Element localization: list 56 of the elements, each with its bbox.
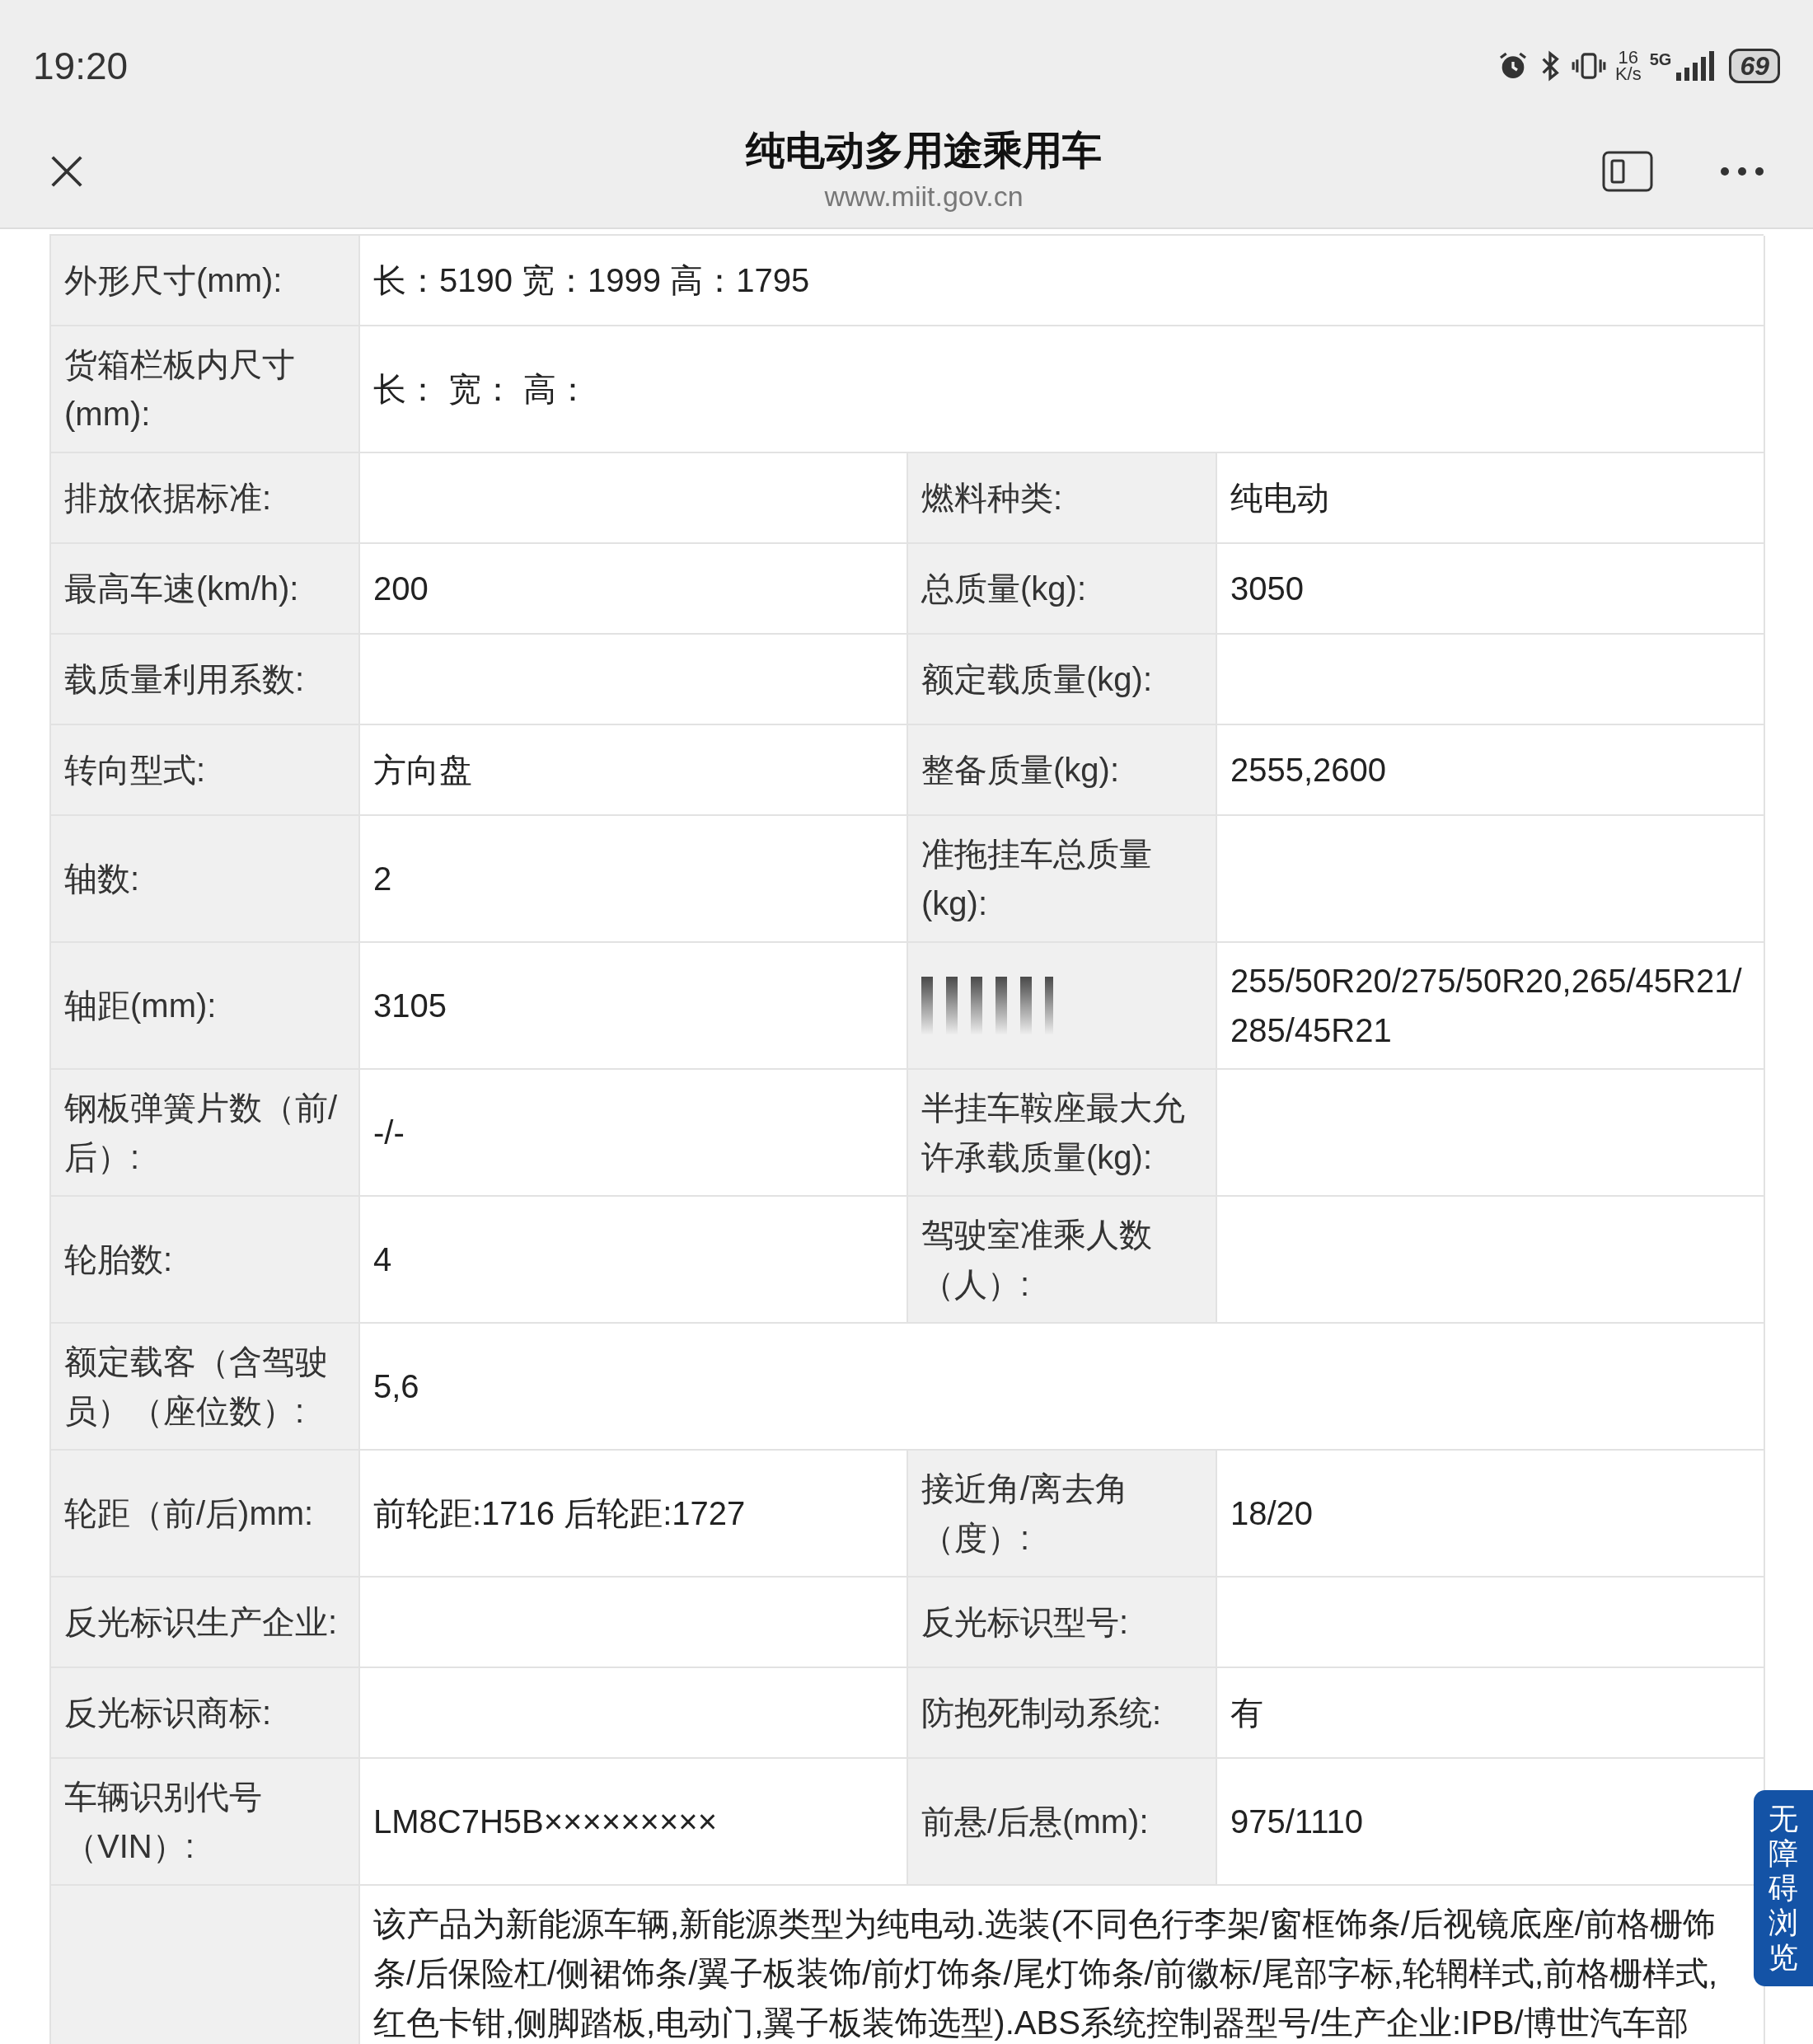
field-label: 整备质量(kg): xyxy=(921,751,1119,790)
field-value: 3105 xyxy=(373,987,447,1025)
field-label: 燃料种类: xyxy=(921,479,1063,518)
field-label: 轴数: xyxy=(64,860,140,898)
field-label: 总质量(kg): xyxy=(921,570,1086,608)
field-label: 排放依据标准: xyxy=(64,479,272,518)
field-label: 准拖挂车总质量(kg): xyxy=(921,835,1153,923)
net-speed-value: 16 xyxy=(1618,49,1639,66)
field-value: 5,6 xyxy=(373,1367,419,1406)
field-value: 长： 宽： 高： xyxy=(373,370,590,409)
field-label: 外形尺寸(mm): xyxy=(64,261,283,300)
field-value: 3050 xyxy=(1230,570,1304,608)
field-label: 额定载质量(kg): xyxy=(921,660,1152,699)
battery-indicator: 69 xyxy=(1729,49,1780,83)
field-label: 反光标识商标: xyxy=(64,1694,272,1732)
field-label: 防抱死制动系统: xyxy=(921,1694,1162,1732)
field-label: 钢板弹簧片数（前/后）: xyxy=(64,1089,339,1177)
field-label: 半挂车鞍座最大允许承载质量(kg): xyxy=(921,1089,1186,1177)
field-value: 200 xyxy=(373,570,429,608)
field-value: 该产品为新能源车辆,新能源类型为纯电动.选装(不同色行李架/窗框饰条/后视镜底座/前格栅饰条/后保险杠/侧裙饰条/翼子板装饰/前灯饰条/尾灯饰条/前徽标/尾部字标,轮辋样式,前格栅样式,红色卡钳,侧脚踏板,电动门,翼子板装饰选型).ABS系统控制器型号/生产企业:IPB/博世汽车部 xyxy=(373,1905,1719,2042)
field-label: 轴距(mm): xyxy=(64,987,217,1025)
field-value: 18/20 xyxy=(1230,1494,1314,1533)
field-value: 255/50R20/275/50R20,265/45R21/285/45R21 xyxy=(1230,962,1743,1050)
field-value: 纯电动 xyxy=(1230,479,1329,518)
field-label: 货箱栏板内尺寸(mm): xyxy=(64,345,296,434)
field-label: 反光标识型号: xyxy=(921,1603,1129,1642)
field-label: 载质量利用系数: xyxy=(64,660,305,699)
field-value: 方向盘 xyxy=(373,751,472,790)
field-value: 前轮距:1716 后轮距:1727 xyxy=(373,1494,746,1533)
field-label: 驾驶室准乘人数（人）: xyxy=(921,1216,1153,1304)
network-type: 5G xyxy=(1649,51,1672,68)
field-label: 转向型式: xyxy=(64,751,206,790)
field-value: LM8C7H5B××××××××× xyxy=(373,1803,717,1841)
field-value: 长：5190 宽：1999 高：1795 xyxy=(373,261,810,300)
window-toggle-button[interactable] xyxy=(1602,151,1653,192)
field-label: 反光标识生产企业: xyxy=(64,1603,338,1642)
field-value: -/- xyxy=(373,1113,405,1152)
field-value: 2 xyxy=(373,860,392,898)
field-label: 最高车速(km/h): xyxy=(64,570,299,608)
page-title: 纯电动多用途乘用车 xyxy=(746,127,1102,174)
field-label: 前悬/后悬(mm): xyxy=(921,1803,1149,1841)
signal-icon xyxy=(1675,51,1715,81)
page-url: www.miit.gov.cn xyxy=(824,179,1024,213)
field-value: 2555,2600 xyxy=(1230,751,1387,790)
field-label: 轮胎数: xyxy=(64,1240,173,1279)
status-time: 19:20 xyxy=(33,43,129,89)
field-label: 额定载客（含驾驶员）（座位数）: xyxy=(64,1343,329,1431)
field-value: 有 xyxy=(1230,1694,1263,1732)
field-value: 4 xyxy=(373,1240,392,1279)
field-label: 轮距（前/后)mm: xyxy=(64,1494,314,1533)
field-value: 975/1110 xyxy=(1230,1803,1363,1841)
more-button[interactable] xyxy=(1719,166,1765,177)
net-speed-unit: K/s xyxy=(1614,66,1642,82)
field-label: 车辆识别代号（VIN）: xyxy=(64,1778,263,1866)
accessibility-button[interactable]: 无障碍浏览 xyxy=(1754,1790,1813,1986)
field-label: 接近角/离去角（度）: xyxy=(921,1470,1130,1558)
